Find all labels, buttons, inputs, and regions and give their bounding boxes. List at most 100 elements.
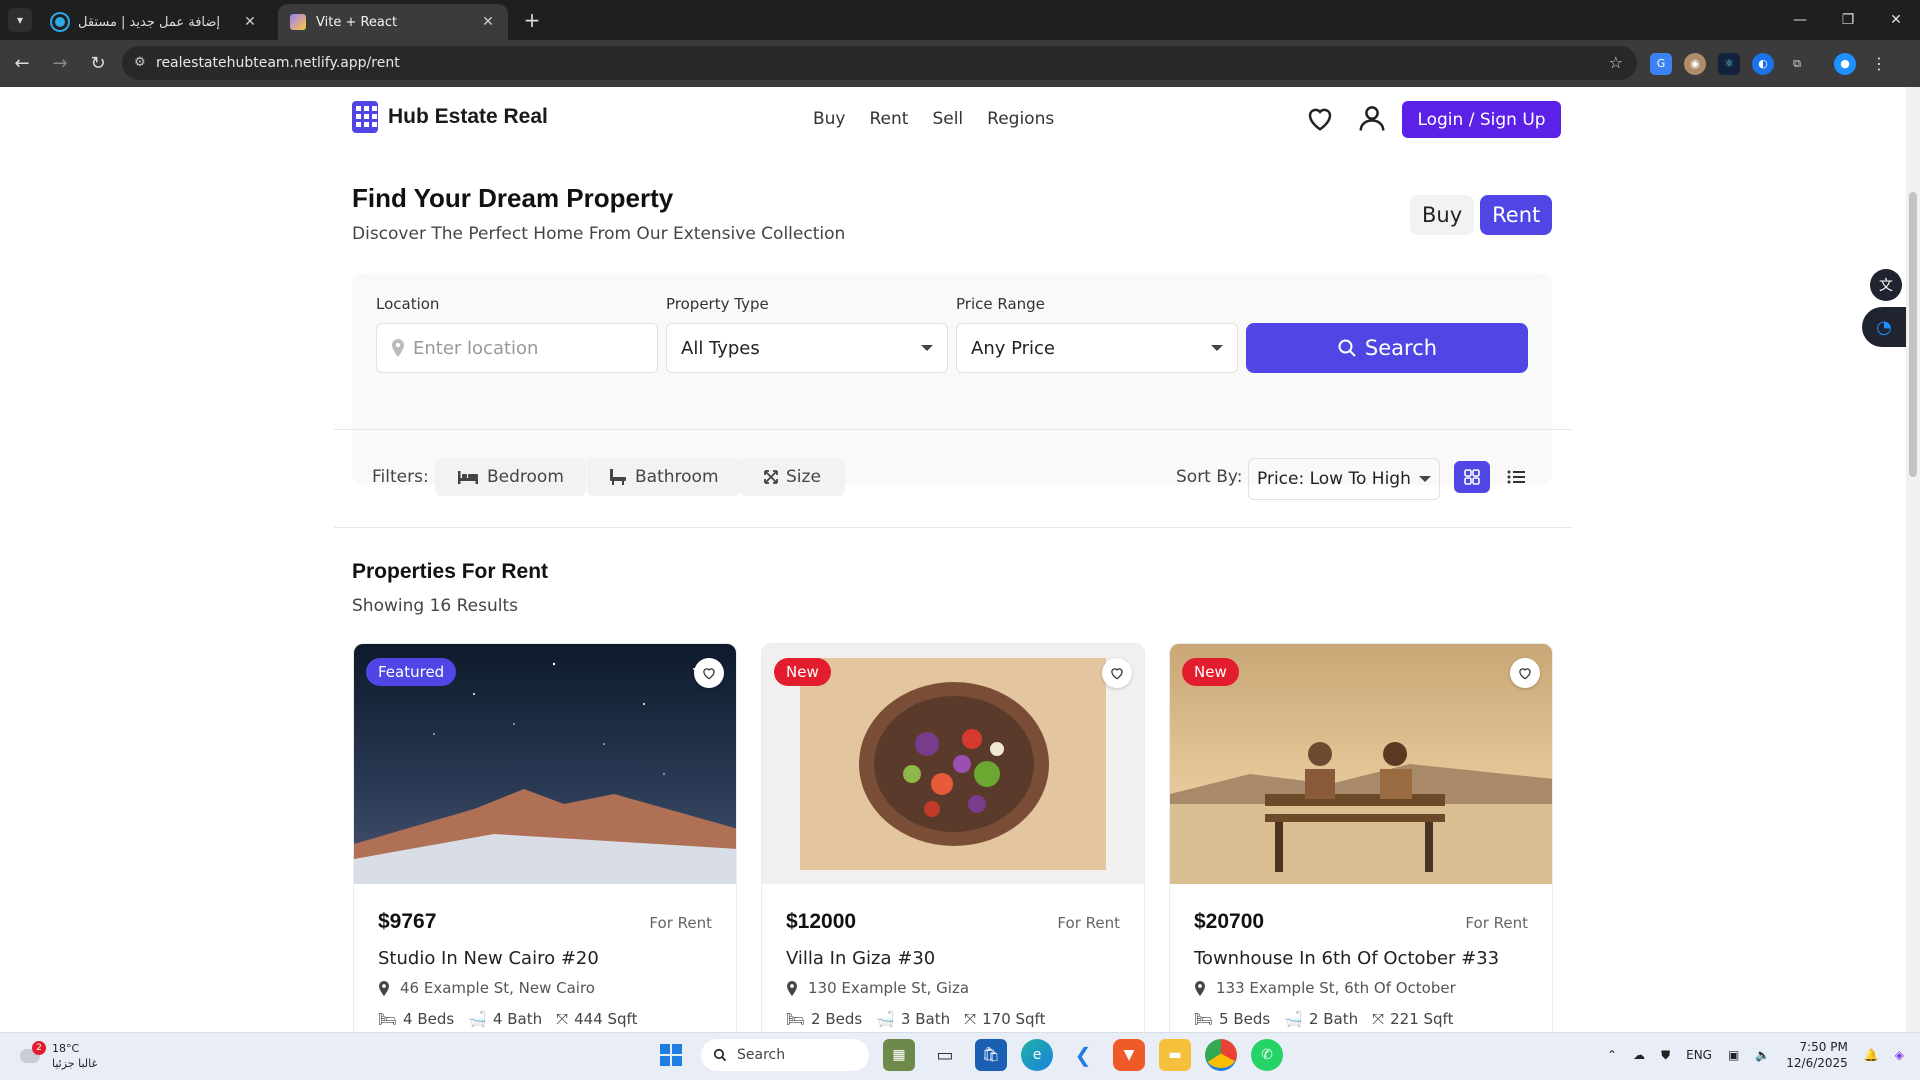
grid-icon	[1464, 469, 1480, 485]
network-icon[interactable]: ▣	[1728, 1048, 1739, 1062]
tab-title: Vite + React	[316, 14, 398, 30]
windows-start-icon[interactable]	[655, 1039, 687, 1071]
size-text: 444 Sqft	[574, 1010, 638, 1028]
property-type-select[interactable]: All Types	[666, 323, 948, 373]
vscode-icon[interactable]: ❮	[1067, 1039, 1099, 1071]
cloud-offline-icon[interactable]: ☁	[1633, 1048, 1645, 1062]
baths-spec: 🛁 3 Bath	[876, 1010, 950, 1028]
extensions-puzzle-icon[interactable]: ⧉	[1786, 53, 1808, 75]
edge-icon[interactable]: e	[1021, 1039, 1053, 1071]
property-title[interactable]: Townhouse In 6th Of October #33	[1194, 948, 1499, 969]
baths-text: 2 Bath	[1308, 1010, 1359, 1028]
restore-icon[interactable]: ❐	[1824, 0, 1872, 40]
user-account-icon[interactable]	[1357, 103, 1387, 133]
close-tab-icon[interactable]: ✕	[480, 14, 496, 30]
search-button[interactable]: Search	[1246, 323, 1528, 373]
taskbar-search[interactable]: Search	[701, 1039, 869, 1071]
new-badge: New	[1182, 658, 1239, 686]
filter-bathroom-button[interactable]: Bathroom	[587, 458, 741, 496]
clock-date: 12/6/2025	[1786, 1056, 1848, 1070]
notification-bell-icon[interactable]: 🔔	[1864, 1048, 1879, 1062]
baths-text: 4 Bath	[492, 1010, 543, 1028]
volume-icon[interactable]: 🔈	[1755, 1048, 1770, 1062]
security-icon[interactable]: ⛊	[1661, 1048, 1670, 1063]
weather-widget[interactable]: 2 18°C غالبا جزئيا	[18, 1041, 97, 1071]
widgets-icon[interactable]: ▦	[883, 1039, 915, 1071]
filter-bedroom-button[interactable]: Bedroom	[435, 458, 586, 496]
bath-icon: 🛁	[468, 1010, 487, 1028]
close-tab-icon[interactable]: ✕	[242, 14, 258, 30]
back-icon[interactable]: ←	[6, 48, 38, 80]
forward-icon[interactable]: →	[44, 48, 76, 80]
property-title[interactable]: Villa In Giza #30	[786, 948, 935, 969]
url-text: realestatehubteam.netlify.app/rent	[156, 55, 400, 71]
location-input[interactable]: Enter location	[376, 323, 658, 373]
new-tab-icon[interactable]: +	[520, 8, 544, 32]
browser-tab[interactable]: إضافة عمل جديد | مستقل ✕	[40, 4, 270, 40]
react-devtools-icon[interactable]: ⚛	[1718, 52, 1740, 75]
nav-link-buy[interactable]: Buy	[813, 109, 846, 129]
page-scrollbar[interactable]	[1906, 87, 1920, 1032]
scrollbar-thumb[interactable]	[1909, 192, 1917, 477]
translate-widget-icon[interactable]: 文	[1870, 269, 1902, 301]
extension-icon[interactable]: ◐	[1752, 52, 1774, 75]
property-title[interactable]: Studio In New Cairo #20	[378, 948, 599, 969]
copilot-icon[interactable]: ◈	[1895, 1048, 1904, 1062]
close-window-icon[interactable]: ✕	[1872, 0, 1920, 40]
toggle-buy-button[interactable]: Buy	[1410, 195, 1475, 235]
tab-search-icon[interactable]: ▾	[8, 8, 32, 32]
language-indicator[interactable]: ENG	[1686, 1048, 1712, 1062]
profile-avatar-icon[interactable]: ●	[1834, 52, 1856, 75]
filters-label: Filters:	[372, 467, 429, 487]
beds-text: 4 Beds	[403, 1010, 455, 1028]
bed-icon: 🛏	[1194, 1010, 1214, 1028]
bed-icon: 🛏	[378, 1010, 398, 1028]
extension-icon[interactable]: ◉	[1684, 52, 1706, 75]
grid-view-button[interactable]	[1454, 461, 1490, 493]
property-card[interactable]: New $12000 For Rent Villa In Giza #30 13…	[761, 643, 1145, 1032]
expand-arrows-icon: ⤧	[1372, 1010, 1385, 1028]
listing-status: For Rent	[649, 914, 712, 932]
search-icon	[1338, 339, 1356, 357]
minimize-icon[interactable]: —	[1776, 0, 1824, 40]
favorite-button[interactable]	[1102, 658, 1132, 688]
task-view-icon[interactable]: ▭	[929, 1039, 961, 1071]
sort-value: Price: Low To High	[1257, 469, 1411, 489]
browser-tab-active[interactable]: Vite + React ✕	[278, 4, 508, 40]
chrome-icon[interactable]	[1205, 1039, 1237, 1071]
buy-rent-toggle: Buy Rent	[1410, 195, 1553, 235]
list-view-button[interactable]	[1498, 461, 1534, 493]
filter-size-button[interactable]: Size	[740, 458, 845, 496]
bookmark-star-icon[interactable]: ☆	[1609, 53, 1623, 72]
size-text: 221 Sqft	[1390, 1010, 1454, 1028]
favorites-heart-icon[interactable]	[1305, 104, 1335, 132]
windows-taskbar: 2 18°C غالبا جزئيا Search ▦ ▭ 🛍 e ❮ ▼ ▬ …	[0, 1032, 1920, 1080]
toggle-rent-button[interactable]: Rent	[1480, 195, 1553, 235]
store-icon[interactable]: 🛍	[975, 1039, 1007, 1071]
brand-logo[interactable]: Hub Estate Real	[352, 101, 548, 133]
whatsapp-icon[interactable]: ✆	[1251, 1039, 1283, 1071]
favorite-button[interactable]	[694, 658, 724, 688]
property-card[interactable]: Featured $9767 For Rent Studio In New Ca…	[353, 643, 737, 1032]
favorite-button[interactable]	[1510, 658, 1540, 688]
clock[interactable]: 7:50 PM 12/6/2025	[1786, 1039, 1848, 1071]
file-explorer-icon[interactable]: ▬	[1159, 1039, 1191, 1071]
reload-icon[interactable]: ↻	[82, 48, 114, 80]
login-signup-button[interactable]: Login / Sign Up	[1402, 101, 1561, 138]
map-pin-icon	[392, 339, 404, 357]
expand-arrows-icon: ⤧	[964, 1010, 977, 1028]
sort-select[interactable]: Price: Low To High	[1248, 458, 1440, 500]
price-range-select[interactable]: Any Price	[956, 323, 1238, 373]
menu-kebab-icon[interactable]: ⋮	[1868, 53, 1890, 75]
assistant-widget-icon[interactable]: ◔	[1862, 307, 1906, 347]
address-bar[interactable]: ⚙ realestatehubteam.netlify.app/rent ☆	[122, 46, 1637, 80]
nav-link-rent[interactable]: Rent	[870, 109, 909, 129]
nav-link-sell[interactable]: Sell	[932, 109, 963, 129]
translate-extension-icon[interactable]: G	[1650, 52, 1672, 75]
chevron-up-icon[interactable]: ⌃	[1607, 1048, 1617, 1062]
brave-icon[interactable]: ▼	[1113, 1039, 1145, 1071]
nav-link-regions[interactable]: Regions	[987, 109, 1054, 129]
property-card[interactable]: New $20700 For Rent Townhouse In 6th Of …	[1169, 643, 1553, 1032]
site-info-icon[interactable]: ⚙	[134, 55, 150, 71]
listing-status: For Rent	[1057, 914, 1120, 932]
